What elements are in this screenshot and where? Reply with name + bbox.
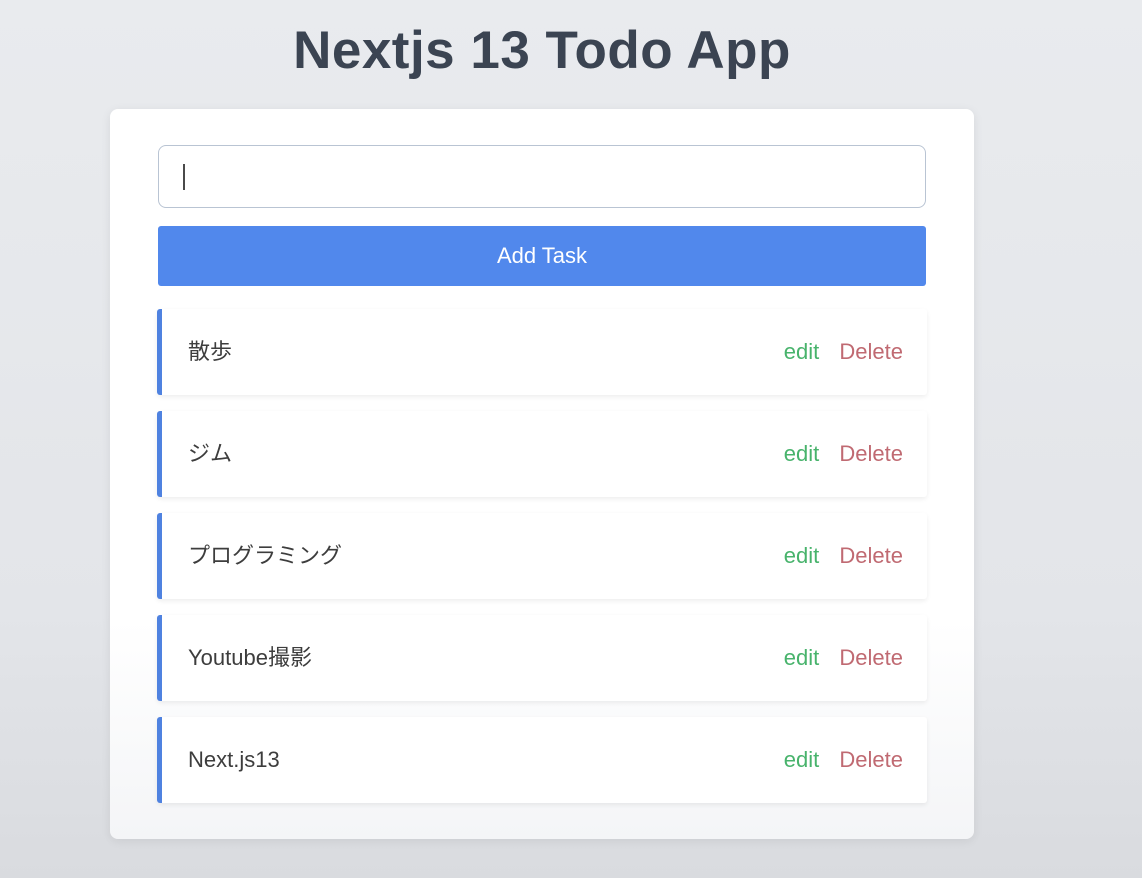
delete-button[interactable]: Delete xyxy=(839,339,903,364)
task-actions: edit Delete xyxy=(784,309,903,395)
delete-button[interactable]: Delete xyxy=(839,645,903,670)
task-item: Next.js13 edit Delete xyxy=(157,717,927,803)
edit-button[interactable]: edit xyxy=(784,543,819,568)
task-text: Youtube撮影 xyxy=(188,645,312,670)
task-item: Youtube撮影 edit Delete xyxy=(157,615,927,701)
task-item: ジム edit Delete xyxy=(157,411,927,497)
task-actions: edit Delete xyxy=(784,717,903,803)
task-actions: edit Delete xyxy=(784,411,903,497)
edit-button[interactable]: edit xyxy=(784,339,819,364)
task-text: 散歩 xyxy=(188,339,233,364)
task-actions: edit Delete xyxy=(784,513,903,599)
task-text: プログラミング xyxy=(188,543,343,568)
task-item: プログラミング edit Delete xyxy=(157,513,927,599)
delete-button[interactable]: Delete xyxy=(839,747,903,772)
edit-button[interactable]: edit xyxy=(784,645,819,670)
edit-button[interactable]: edit xyxy=(784,747,819,772)
todo-card: Add Task 散歩 edit Delete ジム edit Delete プ… xyxy=(110,109,974,839)
task-list: 散歩 edit Delete ジム edit Delete プログラミング ed… xyxy=(157,309,927,819)
edit-button[interactable]: edit xyxy=(784,441,819,466)
task-actions: edit Delete xyxy=(784,615,903,701)
add-task-button[interactable]: Add Task xyxy=(158,226,926,286)
task-text: Next.js13 xyxy=(188,747,280,772)
task-item: 散歩 edit Delete xyxy=(157,309,927,395)
page-title: Nextjs 13 Todo App xyxy=(293,21,791,80)
task-input[interactable] xyxy=(158,145,926,208)
delete-button[interactable]: Delete xyxy=(839,441,903,466)
task-text: ジム xyxy=(188,441,233,466)
text-caret xyxy=(183,164,185,190)
delete-button[interactable]: Delete xyxy=(839,543,903,568)
